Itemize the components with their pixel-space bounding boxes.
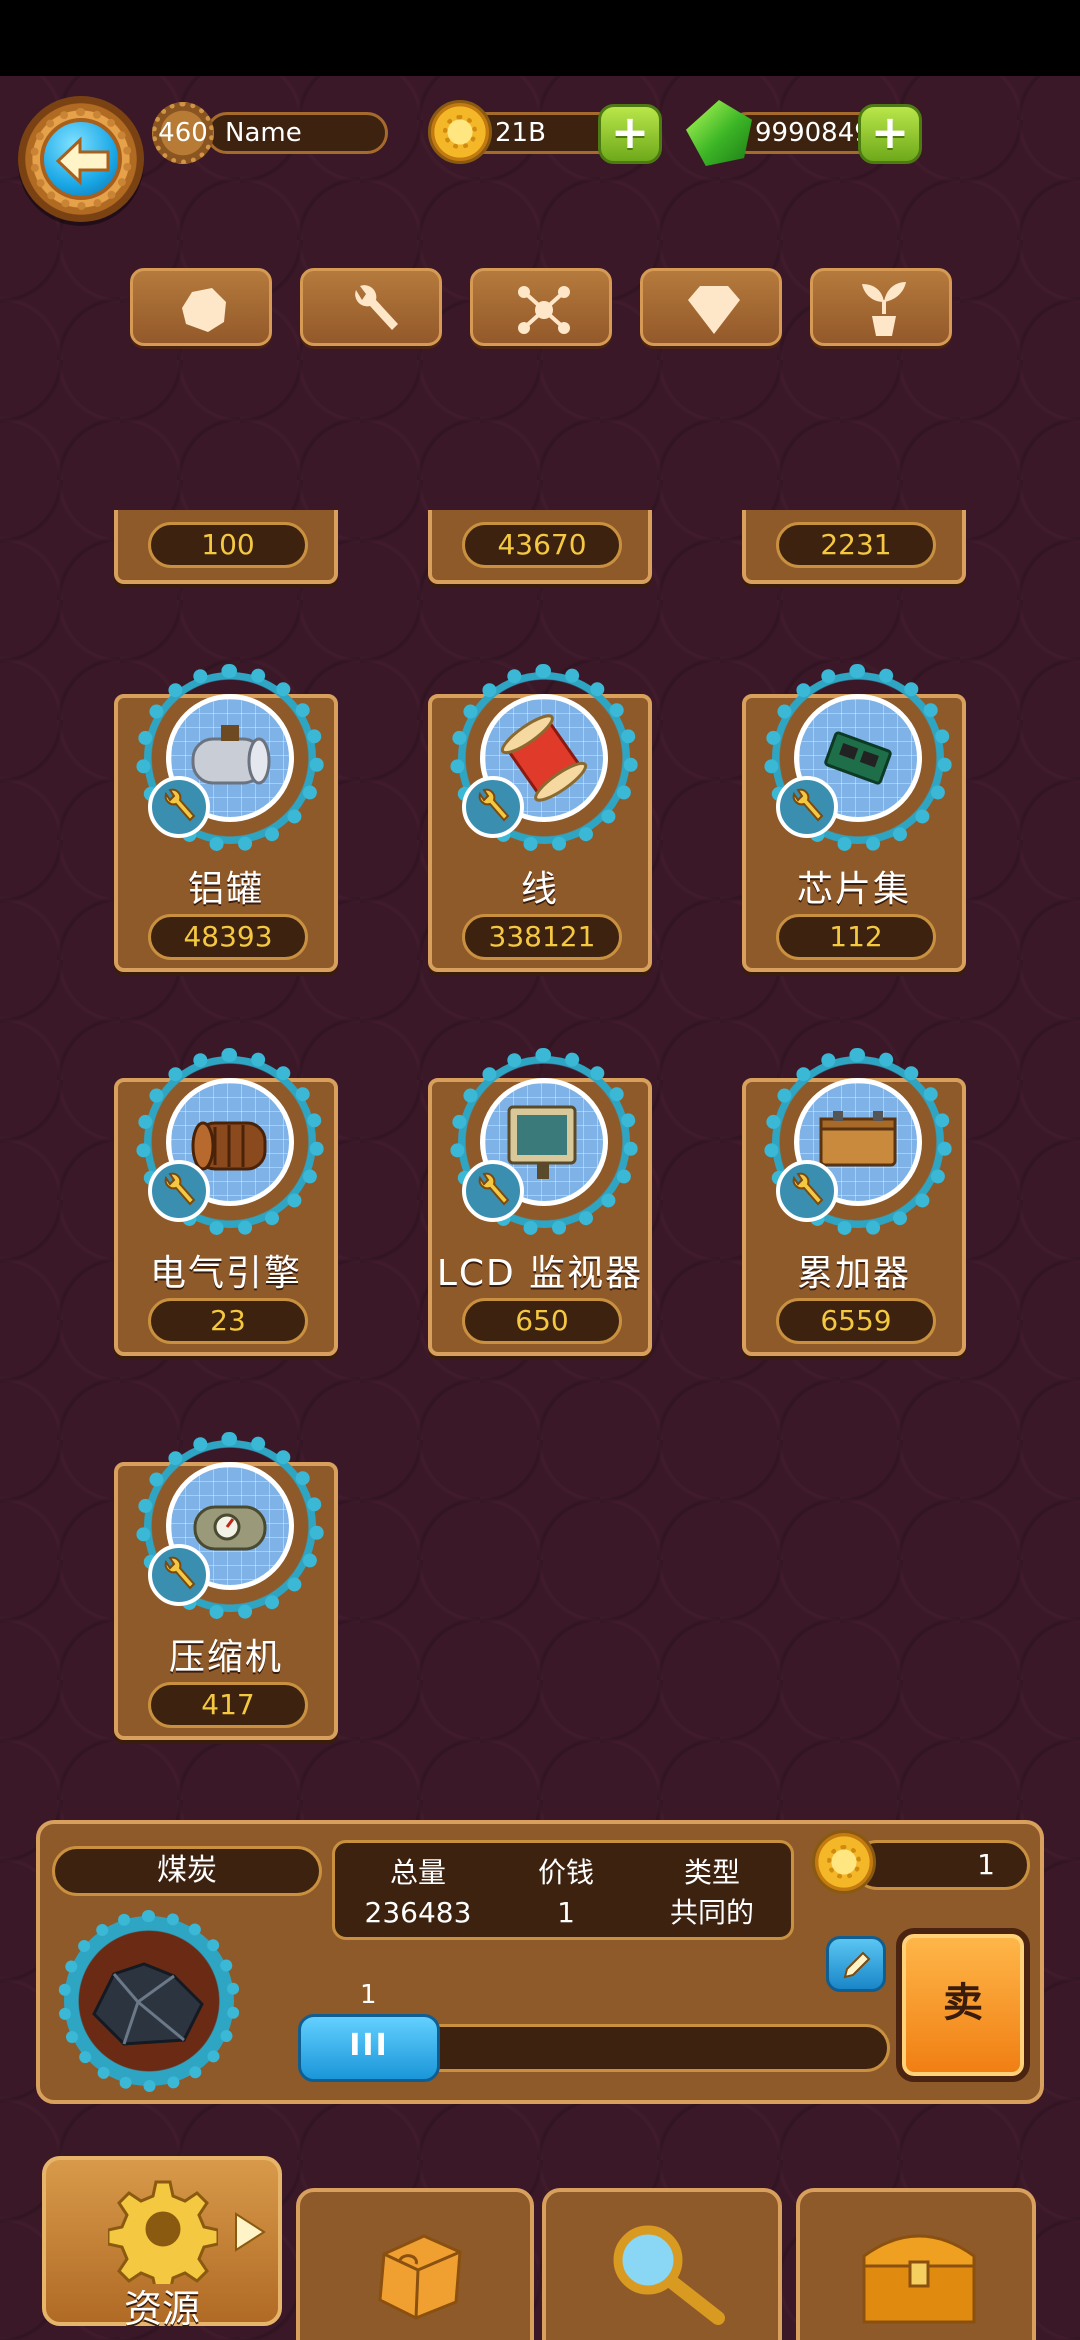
item-card-chipset[interactable]: 芯片集 112 — [742, 664, 966, 972]
nav-resources-label: 资源 — [123, 2287, 200, 2331]
craft-wrench-icon — [148, 1544, 210, 1606]
price-value: 1 — [557, 1896, 575, 1929]
craft-wrench-icon — [148, 776, 210, 838]
nav-dice-tab[interactable] — [296, 2188, 534, 2340]
item-gear-frame — [764, 664, 952, 852]
item-count: 6559 — [776, 1298, 936, 1344]
dice-icon — [378, 2234, 462, 2320]
sell-price-field: 1 — [852, 1840, 1030, 1890]
coin-icon — [428, 100, 492, 164]
add-gems-button[interactable]: + — [858, 104, 922, 164]
back-arrow-icon — [40, 118, 122, 200]
item-card-battery[interactable]: 累加器 6559 — [742, 1048, 966, 1356]
item-card-wire[interactable]: 线 338121 — [428, 664, 652, 972]
total-label: 总量 — [389, 1856, 446, 1889]
quantity-slider-thumb[interactable]: III — [298, 2014, 440, 2082]
item-count: 43670 — [462, 522, 622, 568]
item-gear-frame — [450, 1048, 638, 1236]
item-gear-frame — [136, 1432, 324, 1620]
category-tab-raw[interactable] — [130, 268, 272, 346]
craft-wrench-icon — [462, 1160, 524, 1222]
item-count: 112 — [776, 914, 936, 960]
player-name: Name — [206, 112, 388, 154]
rock-icon — [182, 288, 226, 332]
craft-wrench-icon — [148, 1160, 210, 1222]
nav-search-tab[interactable] — [542, 2188, 782, 2340]
status-bar — [0, 0, 1080, 76]
craft-wrench-icon — [776, 1160, 838, 1222]
item-count: 48393 — [148, 914, 308, 960]
coal-icon — [58, 1910, 240, 2092]
item-name: 压缩机 — [168, 1637, 283, 1678]
play-arrow-icon — [235, 2212, 266, 2252]
resources-gear-icon — [108, 2180, 218, 2284]
back-button[interactable] — [18, 96, 144, 222]
item-count: 650 — [462, 1298, 622, 1344]
item-count: 417 — [148, 1682, 308, 1728]
item-count: 23 — [148, 1298, 308, 1344]
wrench-icon — [355, 285, 398, 330]
nav-resources-tab[interactable]: 资源 — [42, 2156, 282, 2331]
category-tab-tools[interactable] — [300, 268, 442, 346]
total-value: 236483 — [364, 1896, 472, 1929]
item-name: 芯片集 — [796, 869, 911, 910]
magnifier-icon — [613, 2225, 725, 2325]
resource-detail-panel: 煤炭 总量 236483 价钱 1 类型 共同的 1 卖 1 III — [36, 1820, 1044, 2104]
item-card-compressor[interactable]: 压缩机 417 — [114, 1432, 338, 1740]
nav-chest-tab[interactable] — [796, 2188, 1036, 2340]
quantity-value: 1 — [360, 1980, 377, 2010]
item-count: 338121 — [462, 914, 622, 960]
item-card-partial[interactable]: 2231 — [742, 510, 966, 584]
item-gear-frame — [136, 1048, 324, 1236]
item-name: LCD 监视器 — [436, 1253, 644, 1294]
category-tab-plants[interactable] — [810, 268, 952, 346]
item-gear-frame — [136, 664, 324, 852]
item-gear-frame — [450, 664, 638, 852]
player-level-badge: 460 — [152, 102, 214, 164]
price-label: 价钱 — [537, 1856, 594, 1889]
item-name: 电气引擎 — [149, 1253, 302, 1294]
item-gear-frame — [764, 1048, 952, 1236]
add-coins-button[interactable]: + — [598, 104, 662, 164]
item-name: 累加器 — [796, 1253, 911, 1294]
item-name: 线 — [520, 869, 559, 910]
molecule-icon — [518, 286, 570, 334]
diamond-icon — [688, 286, 740, 334]
gem-icon — [686, 100, 752, 166]
pencil-icon — [843, 1951, 871, 1979]
item-card-partial[interactable]: 43670 — [428, 510, 652, 584]
item-name: 铝罐 — [187, 869, 264, 910]
item-card-lcd-monitor[interactable]: LCD 监视器 650 — [428, 1048, 652, 1356]
craft-wrench-icon — [462, 776, 524, 838]
category-tab-gems[interactable] — [640, 268, 782, 346]
item-card-aluminium-tank[interactable]: 铝罐 48393 — [114, 664, 338, 972]
edit-price-button[interactable] — [826, 1936, 886, 1992]
chest-icon — [862, 2234, 976, 2324]
item-card-electric-engine[interactable]: 电气引擎 23 — [114, 1048, 338, 1356]
item-count: 2231 — [776, 522, 936, 568]
coin-icon — [812, 1830, 876, 1894]
resource-name: 煤炭 — [52, 1846, 322, 1896]
sell-button[interactable]: 卖 — [896, 1928, 1030, 2082]
craft-wrench-icon — [776, 776, 838, 838]
sprout-icon — [862, 282, 906, 336]
category-tab-components[interactable] — [470, 268, 612, 346]
type-label: 类型 — [683, 1856, 740, 1889]
item-count: 100 — [148, 522, 308, 568]
resource-stats: 总量 236483 价钱 1 类型 共同的 — [332, 1840, 794, 1940]
type-value: 共同的 — [669, 1896, 754, 1929]
item-card-partial[interactable]: 100 — [114, 510, 338, 584]
